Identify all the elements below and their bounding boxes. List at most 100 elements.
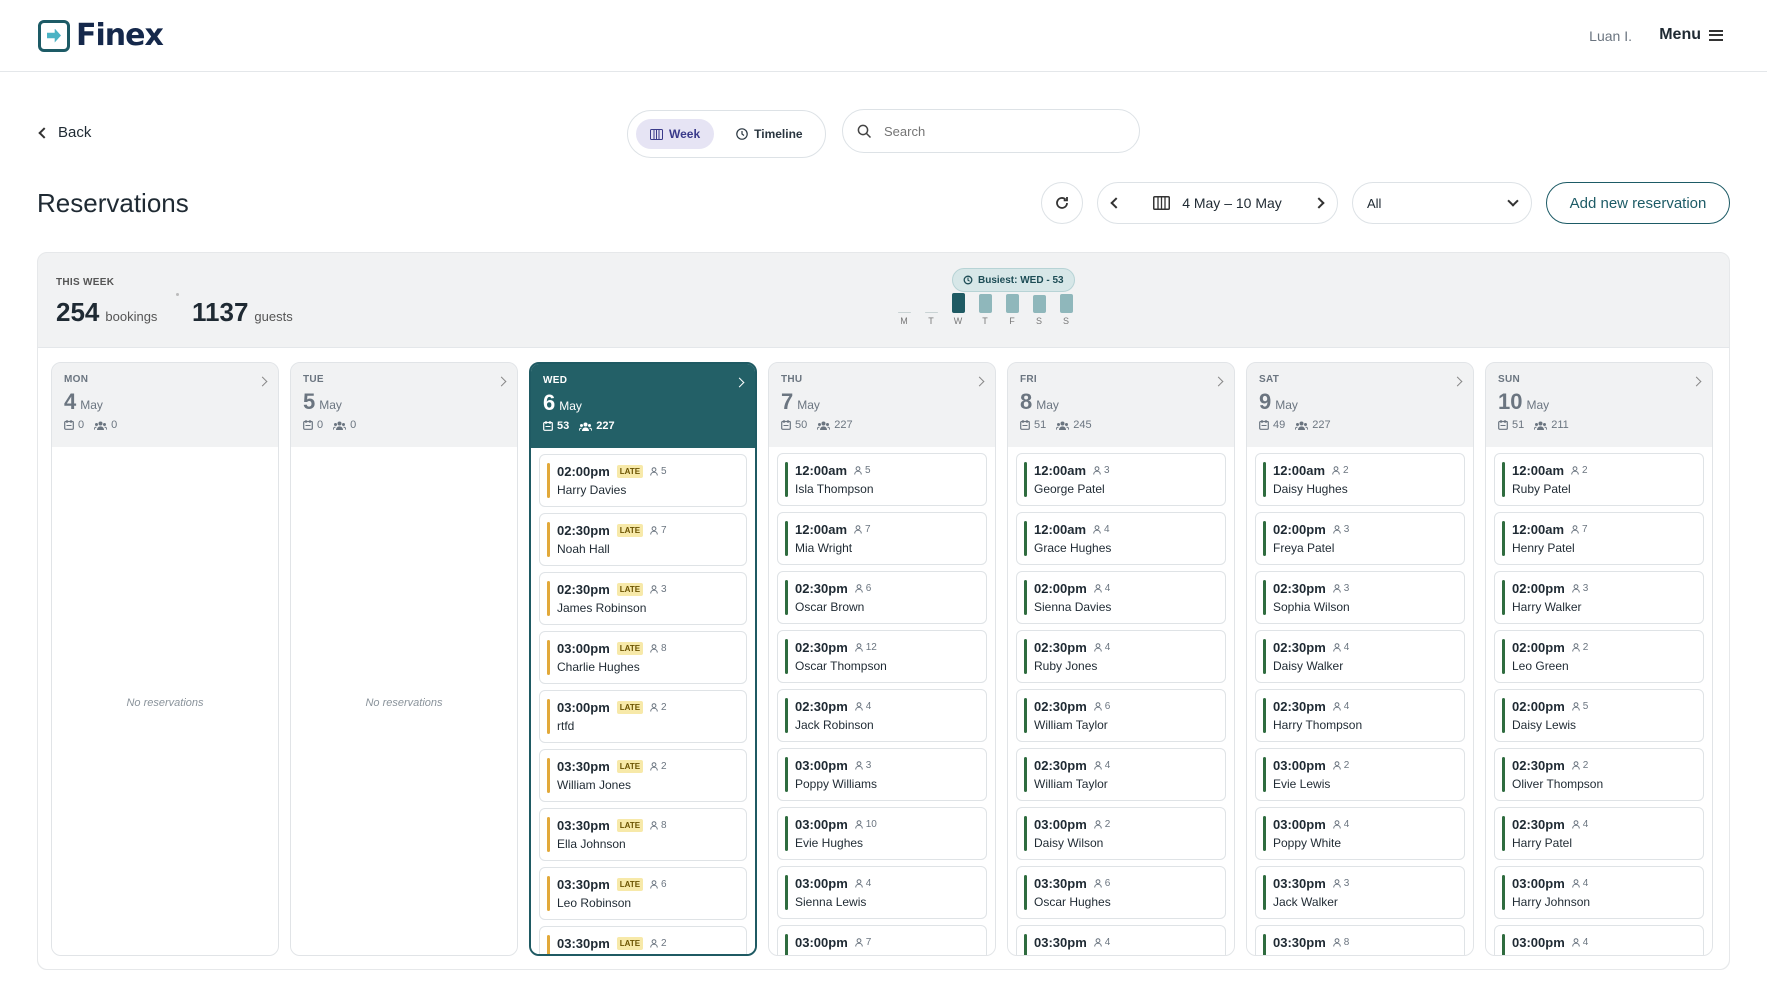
party-size-value: 3 (1104, 465, 1110, 476)
reservation-card[interactable]: 12:00am 7 Mia Wright (777, 512, 987, 565)
day-name: THU (781, 374, 803, 385)
date-range-display[interactable]: 4 May – 10 May (1153, 195, 1282, 211)
reservation-time: 03:00pm (795, 758, 848, 773)
guests-icon (579, 422, 593, 431)
reservation-card[interactable]: 03:30pm LATE 6 Leo Robinson (539, 867, 747, 920)
reservation-time: 03:30pm (557, 759, 610, 774)
reservation-card[interactable]: 12:00am 2 Ruby Patel (1494, 453, 1704, 506)
party-size-value: 6 (865, 583, 872, 594)
reservation-card[interactable]: 02:00pm 3 Harry Walker (1494, 571, 1704, 624)
reservation-card[interactable]: 03:00pm 4 Harry Johnson (1494, 866, 1704, 919)
party-size-value: 12 (865, 642, 877, 653)
reservation-card[interactable]: 02:00pm 5 Daisy Lewis (1494, 689, 1704, 742)
day-header[interactable]: THU 7 May 50 227 (769, 363, 995, 447)
reservation-card[interactable]: 02:00pm LATE 5 Harry Davies (539, 454, 747, 507)
reservation-card[interactable]: 03:00pm 10 Evie Hughes (777, 807, 987, 860)
filter-select[interactable]: All (1352, 182, 1532, 224)
refresh-button[interactable] (1041, 182, 1083, 224)
day-guests: 227 (817, 419, 853, 431)
reservation-card[interactable]: 02:00pm 3 Freya Patel (1255, 512, 1465, 565)
search-input[interactable] (884, 123, 1104, 139)
reservation-card[interactable]: 02:30pm 6 Oscar Brown (777, 571, 987, 624)
day-header[interactable]: SUN 10 May 51 211 (1486, 363, 1712, 447)
person-icon (1571, 702, 1580, 711)
menu-button[interactable]: Menu (1659, 26, 1723, 44)
reservation-card[interactable]: 02:30pm 4 Ruby Jones (1016, 630, 1226, 683)
mini-chart-day-label: S (1062, 316, 1069, 326)
reservation-card[interactable]: 02:00pm 4 Sienna Davies (1016, 571, 1226, 624)
brand-logo[interactable]: Finex (38, 18, 164, 53)
reservation-card[interactable]: 03:30pm LATE 8 Ella Johnson (539, 808, 747, 861)
day-header[interactable]: FRI 8 May 51 245 (1008, 363, 1234, 447)
guest-name: Ella Johnson (557, 837, 626, 851)
day-guests: 227 (1295, 419, 1331, 431)
reservation-card[interactable]: 03:00pm LATE 8 Charlie Hughes (539, 631, 747, 684)
reservation-card[interactable]: 03:30pm 3 Jack Walker (1255, 866, 1465, 919)
reservation-card[interactable]: 02:30pm LATE 7 Noah Hall (539, 513, 747, 566)
reservation-card[interactable]: 02:30pm 6 William Taylor (1016, 689, 1226, 742)
reservation-card[interactable]: 03:00pm 4 (1494, 925, 1704, 955)
reservation-card[interactable]: 12:00am 7 Henry Patel (1494, 512, 1704, 565)
reservation-card[interactable]: 03:30pm LATE 2 William Jones (539, 749, 747, 802)
party-size-value: 8 (1343, 937, 1350, 948)
reservation-card[interactable]: 03:00pm 4 Sienna Lewis (777, 866, 987, 919)
late-badge: LATE (616, 642, 644, 655)
reservation-card[interactable]: 02:30pm 4 Harry Thompson (1255, 689, 1465, 742)
day-date: 10 May (1498, 389, 1700, 415)
user-name[interactable]: Luan I. (1589, 28, 1632, 44)
day-header[interactable]: MON 4 May 0 0 (52, 363, 278, 447)
party-size: 7 (650, 525, 667, 536)
reservation-row: 02:30pm 3 (1273, 581, 1454, 596)
reservation-card[interactable]: 02:30pm 3 Sophia Wilson (1255, 571, 1465, 624)
reservation-row: 02:30pm 6 (1034, 699, 1215, 714)
booking-icon (781, 420, 791, 430)
previous-week-icon[interactable] (1110, 197, 1122, 209)
reservation-card[interactable]: 03:00pm 2 Daisy Wilson (1016, 807, 1226, 860)
reservation-card[interactable]: 02:30pm 4 Daisy Walker (1255, 630, 1465, 683)
bookings-count: 254 (56, 297, 100, 327)
reservation-card[interactable]: 02:30pm 2 Oliver Thompson (1494, 748, 1704, 801)
reservation-card[interactable]: 02:30pm 4 Jack Robinson (777, 689, 987, 742)
reservation-card[interactable]: 03:00pm 3 Poppy Williams (777, 748, 987, 801)
reservation-card[interactable]: 03:00pm 4 Poppy White (1255, 807, 1465, 860)
timeline-view-button[interactable]: Timeline (722, 119, 816, 149)
day-header[interactable]: WED 6 May 53 227 (531, 364, 755, 448)
person-icon (1093, 938, 1102, 947)
reservation-card[interactable]: 03:30pm LATE 2 (539, 926, 747, 954)
day-date: 9 May (1259, 389, 1461, 415)
guest-name: Henry Patel (1512, 541, 1575, 555)
guest-name: Isla Thompson (795, 482, 874, 496)
day-header[interactable]: TUE 5 May 0 0 (291, 363, 517, 447)
reservation-card[interactable]: 02:00pm 2 Leo Green (1494, 630, 1704, 683)
day-bookings-count: 51 (1034, 419, 1047, 431)
reservation-card[interactable]: 12:00am 3 George Patel (1016, 453, 1226, 506)
next-week-icon[interactable] (1313, 197, 1325, 209)
reservation-card[interactable]: 03:00pm 2 Evie Lewis (1255, 748, 1465, 801)
reservation-card[interactable]: 03:00pm LATE 2 rtfd (539, 690, 747, 743)
back-link[interactable]: Back (38, 124, 91, 141)
reservation-card[interactable]: 12:00am 5 Isla Thompson (777, 453, 987, 506)
reservation-card[interactable]: 02:30pm 4 William Taylor (1016, 748, 1226, 801)
reservation-card[interactable]: 12:00am 2 Daisy Hughes (1255, 453, 1465, 506)
reservation-card[interactable]: 02:30pm 12 Oscar Thompson (777, 630, 987, 683)
guests-icon (1056, 421, 1070, 430)
mini-chart-day: S (1058, 294, 1074, 326)
reservation-card[interactable]: 03:30pm 4 (1016, 925, 1226, 955)
person-icon (1093, 702, 1102, 711)
reservation-card[interactable]: 03:30pm 6 Oscar Hughes (1016, 866, 1226, 919)
day-header[interactable]: SAT 9 May 49 227 (1247, 363, 1473, 447)
party-size: 2 (1332, 760, 1349, 771)
day-date: 7 May (781, 389, 983, 415)
add-reservation-button[interactable]: Add new reservation (1546, 182, 1730, 224)
reservation-card[interactable]: 02:30pm 4 Harry Patel (1494, 807, 1704, 860)
guest-name: rtfd (557, 719, 575, 733)
view-toggle: Week Timeline (627, 110, 826, 158)
reservation-card[interactable]: 03:30pm 8 (1255, 925, 1465, 955)
reservation-card[interactable]: 12:00am 4 Grace Hughes (1016, 512, 1226, 565)
reservation-row: 02:30pm 2 (1512, 758, 1693, 773)
reservation-card[interactable]: 03:00pm 7 (777, 925, 987, 955)
brand-name: Finex (76, 18, 164, 53)
reservation-time: 03:30pm (1034, 876, 1087, 891)
week-view-button[interactable]: Week (636, 119, 715, 149)
reservation-card[interactable]: 02:30pm LATE 3 James Robinson (539, 572, 747, 625)
